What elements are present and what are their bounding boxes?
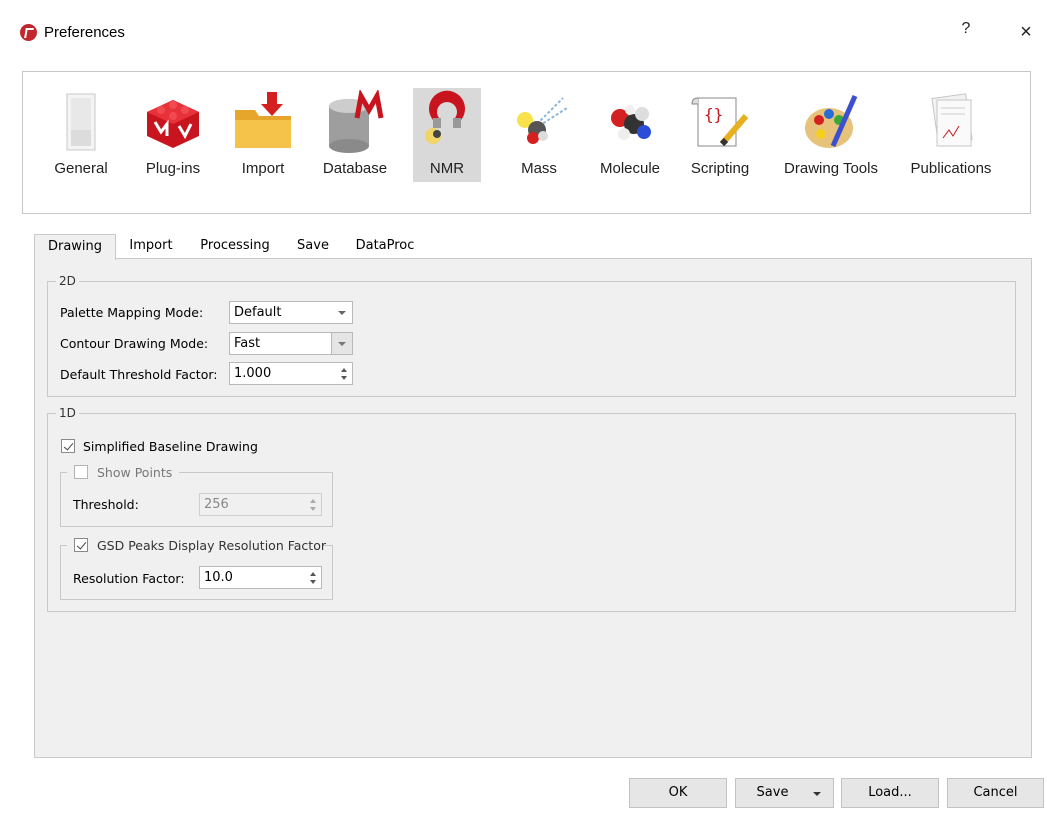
category-label: Scripting — [690, 160, 750, 177]
category-label: NMR — [429, 160, 465, 177]
palette-mapping-select[interactable]: Default — [229, 301, 353, 324]
palette-mapping-label: Palette Mapping Mode: — [60, 305, 204, 320]
show-points-checkbox[interactable] — [74, 465, 88, 479]
help-button[interactable]: ? — [955, 20, 977, 44]
spin-up-icon[interactable] — [341, 368, 347, 372]
show-points-header: Show Points — [67, 464, 179, 482]
import-icon — [235, 92, 291, 148]
group-2d-title: 2D — [56, 274, 79, 288]
simplified-baseline-label[interactable]: Simplified Baseline Drawing — [83, 439, 258, 454]
save-button-label: Save — [756, 785, 789, 800]
category-label: Mass — [521, 160, 557, 177]
category-mass[interactable]: Mass — [505, 88, 573, 182]
group-1d-title: 1D — [56, 406, 79, 420]
palette-mapping-value: Default — [234, 305, 282, 320]
gsd-peaks-label[interactable]: GSD Peaks Display Resolution Factor — [97, 538, 326, 553]
nmr-icon — [425, 90, 465, 144]
tab-dataproc[interactable]: DataProc — [350, 234, 420, 259]
spin-down-icon[interactable] — [310, 507, 316, 511]
category-toolbar: General Plug-ins Import Database NMR Mas… — [22, 71, 1031, 214]
drawing-tools-icon — [805, 94, 858, 148]
tab-import[interactable]: Import — [122, 234, 180, 259]
category-label: Molecule — [599, 160, 661, 177]
scripting-icon: {} — [691, 97, 749, 147]
category-scripting[interactable]: {} Scripting — [685, 88, 755, 182]
resolution-factor-label: Resolution Factor: — [73, 571, 185, 586]
category-label: Import — [241, 160, 285, 177]
simplified-baseline-checkbox[interactable] — [61, 439, 75, 453]
category-label: General — [54, 160, 108, 177]
mass-icon — [517, 97, 568, 144]
resolution-factor-value: 10.0 — [204, 570, 233, 585]
chevron-down-icon[interactable] — [813, 792, 821, 796]
threshold-value: 256 — [204, 497, 229, 512]
spin-up-icon[interactable] — [310, 572, 316, 576]
category-publications[interactable]: Publications — [903, 88, 999, 182]
threshold-factor-label: Default Threshold Factor: — [60, 367, 218, 382]
title-bar: Preferences ? × — [0, 0, 1047, 64]
category-database[interactable]: Database — [315, 88, 395, 182]
database-icon — [329, 90, 384, 153]
category-plugins[interactable]: Plug-ins — [137, 88, 209, 182]
threshold-factor-value: 1.000 — [234, 366, 272, 381]
molecule-icon — [611, 105, 651, 140]
category-label: Plug-ins — [145, 160, 201, 177]
tab-processing[interactable]: Processing — [194, 234, 276, 259]
threshold-label: Threshold: — [73, 497, 139, 512]
category-nmr[interactable]: NMR — [413, 88, 481, 182]
category-label: Drawing Tools — [784, 160, 878, 177]
chevron-down-icon — [331, 333, 352, 354]
general-icon — [66, 93, 96, 151]
category-label: Database — [322, 160, 388, 177]
category-molecule[interactable]: Molecule — [593, 88, 667, 182]
svg-text:{}: {} — [704, 105, 723, 124]
category-import[interactable]: Import — [227, 88, 299, 182]
tab-save[interactable]: Save — [290, 234, 336, 259]
spin-up-icon[interactable] — [310, 499, 316, 503]
contour-drawing-value: Fast — [234, 336, 261, 351]
publications-icon — [931, 93, 973, 147]
category-label: Publications — [910, 160, 992, 177]
cancel-button[interactable]: Cancel — [947, 778, 1044, 808]
category-general[interactable]: General — [45, 88, 117, 182]
gsd-peaks-checkbox[interactable] — [74, 538, 88, 552]
contour-drawing-select[interactable]: Fast — [229, 332, 353, 355]
threshold-spinbox[interactable]: 256 — [199, 493, 322, 516]
spin-down-icon[interactable] — [341, 376, 347, 380]
load-button[interactable]: Load... — [841, 778, 939, 808]
resolution-factor-spinbox[interactable]: 10.0 — [199, 566, 322, 589]
ok-button[interactable]: OK — [629, 778, 727, 808]
gsd-peaks-header: GSD Peaks Display Resolution Factor — [67, 537, 326, 555]
contour-drawing-label: Contour Drawing Mode: — [60, 336, 209, 351]
show-points-label[interactable]: Show Points — [97, 465, 172, 480]
close-button[interactable]: × — [1014, 20, 1038, 44]
plugins-icon — [147, 100, 199, 148]
app-logo-icon — [20, 24, 37, 41]
spin-down-icon[interactable] — [310, 580, 316, 584]
save-button[interactable]: Save — [735, 778, 834, 808]
category-drawing-tools[interactable]: Drawing Tools — [775, 88, 887, 182]
chevron-down-icon — [338, 311, 346, 315]
threshold-factor-spinbox[interactable]: 1.000 — [229, 362, 353, 385]
tab-drawing[interactable]: Drawing — [34, 234, 116, 260]
window-title: Preferences — [44, 24, 125, 41]
